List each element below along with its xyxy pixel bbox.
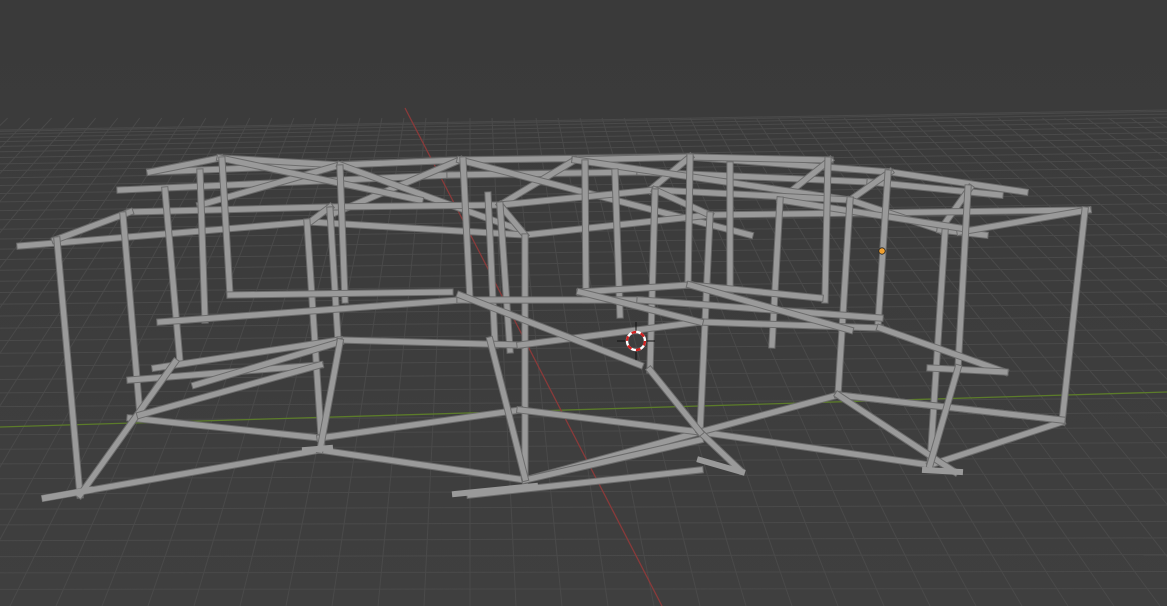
viewport-canvas[interactable]	[0, 0, 1167, 606]
3d-viewport[interactable]	[0, 0, 1167, 606]
frame-beam[interactable]	[611, 168, 624, 319]
frame-beam[interactable]	[684, 153, 694, 289]
frame-beam[interactable]	[686, 153, 834, 164]
frame-foot-plate[interactable]	[301, 444, 334, 454]
frame-beam[interactable]	[336, 164, 349, 304]
frame-beam[interactable]	[926, 364, 1009, 376]
frame-beam[interactable]	[646, 188, 659, 374]
frame-beam[interactable]	[126, 203, 334, 216]
frame-beam[interactable]	[821, 156, 832, 304]
frame-beam[interactable]	[326, 201, 504, 211]
frame-beam[interactable]	[196, 168, 209, 324]
object-origin-icon[interactable]	[878, 247, 886, 255]
frame-foot-plate[interactable]	[921, 466, 964, 476]
grid-line	[0, 588, 1167, 590]
frame-beam[interactable]	[581, 159, 590, 304]
frame-beam[interactable]	[226, 288, 454, 299]
